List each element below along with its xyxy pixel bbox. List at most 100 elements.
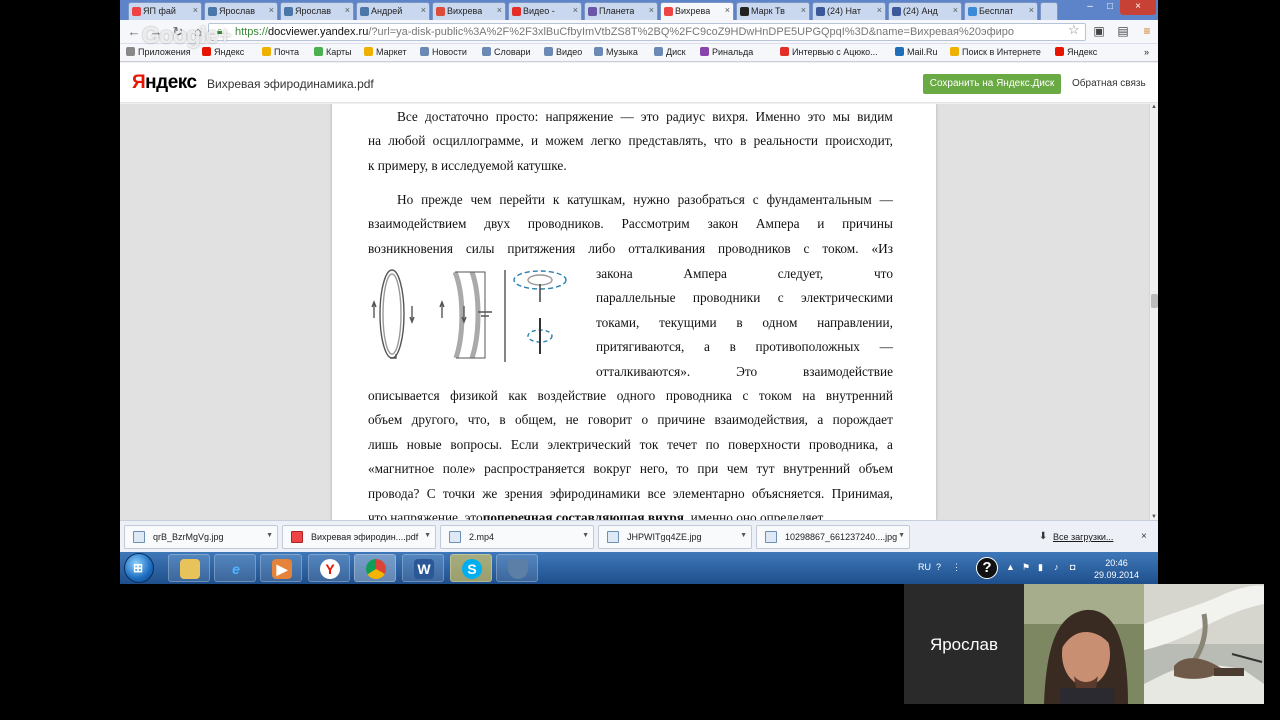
menu-icon[interactable]: ≡ <box>1140 24 1154 38</box>
tab-close-icon[interactable]: × <box>421 5 426 15</box>
save-to-disk-button[interactable]: Сохранить на Яндекс.Диск <box>923 74 1061 94</box>
minimize-icon[interactable]: – <box>1080 0 1100 15</box>
flag-icon[interactable]: ⚑ <box>1022 562 1030 573</box>
participant-video[interactable] <box>1144 584 1264 704</box>
bookmarks-bar: Приложения Яндекс Почта Карты Маркет Нов… <box>120 44 1158 62</box>
more-bookmarks-icon[interactable]: » <box>1144 47 1149 57</box>
tray-app-icon[interactable]: ◘ <box>1070 562 1075 572</box>
browser-tab[interactable]: Ярослав × <box>280 2 354 20</box>
scroll-up-icon[interactable]: ▲ <box>1151 104 1157 110</box>
bookmark-item[interactable]: Яндекс <box>1055 47 1097 57</box>
browser-tab[interactable]: Видео - × <box>508 2 582 20</box>
keyboard-icon[interactable]: ⋮ <box>952 562 961 573</box>
bookmark-item[interactable]: Музыка <box>594 47 638 57</box>
close-window-icon[interactable]: × <box>1120 0 1156 15</box>
bookmark-item[interactable]: Интервью с Ацюко... <box>780 47 878 57</box>
taskbar-app-word[interactable]: W <box>402 554 444 582</box>
language-indicator[interactable]: RU <box>918 562 931 572</box>
participant-video[interactable] <box>1024 584 1144 704</box>
browser-tab[interactable]: (24) Анд × <box>888 2 962 20</box>
taskbar-app-security[interactable] <box>496 554 538 582</box>
new-tab-button[interactable] <box>1040 2 1058 20</box>
download-item[interactable]: 10298867_661237240....jpg ▼ <box>756 525 910 549</box>
taskbar-app-ie[interactable]: e <box>214 554 256 582</box>
help-icon[interactable]: ? <box>936 562 941 572</box>
browser-tab[interactable]: (24) Нат × <box>812 2 886 20</box>
chevron-down-icon[interactable]: ▼ <box>266 532 273 539</box>
browser-tab[interactable]: Бесплат × <box>964 2 1038 20</box>
tab-close-icon[interactable]: × <box>269 5 274 15</box>
tab-close-icon[interactable]: × <box>649 5 654 15</box>
tab-close-icon[interactable]: × <box>801 5 806 15</box>
bookmark-star-icon[interactable]: ☆ <box>1068 22 1080 38</box>
browser-tab-active[interactable]: Вихрева × <box>660 2 734 20</box>
pdf-file-icon <box>291 531 303 543</box>
browser-tab[interactable]: Андрей × <box>356 2 430 20</box>
bookmark-item[interactable]: Ринальда <box>700 47 753 57</box>
text-line: к примеру, в исследуемой катушке. <box>368 157 567 173</box>
bookmark-item[interactable]: Поиск в Интернете <box>950 47 1041 57</box>
extension-icon[interactable]: ▤ <box>1116 24 1130 38</box>
vertical-scrollbar[interactable]: ▲ ▼ <box>1149 104 1158 520</box>
chevron-down-icon[interactable]: ▼ <box>424 532 431 539</box>
browser-tab[interactable]: Марк Тв × <box>736 2 810 20</box>
start-button[interactable]: ⊞ <box>124 553 154 583</box>
tab-close-icon[interactable]: × <box>193 5 198 15</box>
bookmark-item[interactable]: Словари <box>482 47 531 57</box>
download-item[interactable]: qrB_BzrMgVg.jpg ▼ <box>124 525 278 549</box>
taskbar-app-skype[interactable]: S <box>450 554 492 582</box>
tab-close-icon[interactable]: × <box>1029 5 1034 15</box>
tab-favicon <box>360 7 369 16</box>
download-item[interactable]: JHPWITgq4ZE.jpg ▼ <box>598 525 752 549</box>
maximize-icon[interactable]: □ <box>1100 0 1120 15</box>
help-circle-icon[interactable]: ? <box>976 557 998 579</box>
tab-close-icon[interactable]: × <box>953 5 958 15</box>
browser-tab[interactable]: ЯП фай × <box>128 2 202 20</box>
back-icon[interactable]: ← <box>126 24 142 40</box>
network-icon[interactable]: ▮ <box>1038 562 1043 573</box>
bookmark-item[interactable]: Видео <box>544 47 582 57</box>
tab-close-icon[interactable]: × <box>573 5 578 15</box>
tab-close-icon[interactable]: × <box>725 5 730 15</box>
tab-favicon <box>132 7 141 16</box>
tray-expand-icon[interactable]: ▲ <box>1006 562 1015 572</box>
bookmark-item[interactable]: Карты <box>314 47 352 57</box>
participant-tile[interactable]: Ярослав <box>904 584 1024 704</box>
all-downloads-link[interactable]: Все загрузки... <box>1053 532 1113 542</box>
bookmark-item[interactable]: Mail.Ru <box>895 47 938 57</box>
feedback-link[interactable]: Обратная связь <box>1072 78 1146 89</box>
scroll-thumb[interactable] <box>1151 294 1158 308</box>
bookmark-item[interactable]: Почта <box>262 47 299 57</box>
browser-tab[interactable]: Планета × <box>584 2 658 20</box>
tab-close-icon[interactable]: × <box>497 5 502 15</box>
text-line: описывается физикой как воздействие одного пр… <box>368 388 893 403</box>
text-line: Все достаточно просто: напряжение — это радиус… <box>397 109 893 124</box>
browser-tab[interactable]: Ярослав × <box>204 2 278 20</box>
download-item[interactable]: 2.mp4 ▼ <box>440 525 594 549</box>
address-bar[interactable]: 🔒︎ https://docviewer.yandex.ru/?url=ya-di… <box>208 23 1086 41</box>
close-downloads-icon[interactable]: × <box>1141 531 1147 542</box>
download-item[interactable]: Вихревая эфиродин....pdf ▼ <box>282 525 436 549</box>
text-line: параллельные проводники с электрическими <box>596 290 893 306</box>
chevron-down-icon[interactable]: ▼ <box>898 532 905 539</box>
taskbar-app-chrome[interactable] <box>354 554 396 582</box>
paragraph: Но прежде чем перейти к катушкам, нужно разобра… <box>368 188 893 261</box>
chevron-down-icon[interactable]: ▼ <box>740 532 747 539</box>
download-arrow-icon: ⬇ <box>1039 531 1048 542</box>
taskbar-app-yandex[interactable]: Y <box>308 554 350 582</box>
document-title: Вихревая эфиродинамика.pdf <box>207 77 374 91</box>
tab-close-icon[interactable]: × <box>345 5 350 15</box>
browser-tab[interactable]: Вихрева × <box>432 2 506 20</box>
chevron-down-icon[interactable]: ▼ <box>582 532 589 539</box>
clock[interactable]: 20:46 29.09.2014 <box>1094 557 1139 581</box>
tab-close-icon[interactable]: × <box>877 5 882 15</box>
bookmark-item[interactable]: Новости <box>420 47 467 57</box>
taskbar-app-explorer[interactable] <box>168 554 210 582</box>
bookmark-item[interactable]: Маркет <box>364 47 406 57</box>
image-file-icon <box>765 531 777 543</box>
volume-icon[interactable]: ♪ <box>1054 562 1059 572</box>
extension-icon[interactable]: ▣ <box>1092 24 1106 38</box>
yandex-logo[interactable]: Яндекс <box>132 72 197 94</box>
taskbar-app-media[interactable]: ▶ <box>260 554 302 582</box>
bookmark-item[interactable]: Диск <box>654 47 686 57</box>
